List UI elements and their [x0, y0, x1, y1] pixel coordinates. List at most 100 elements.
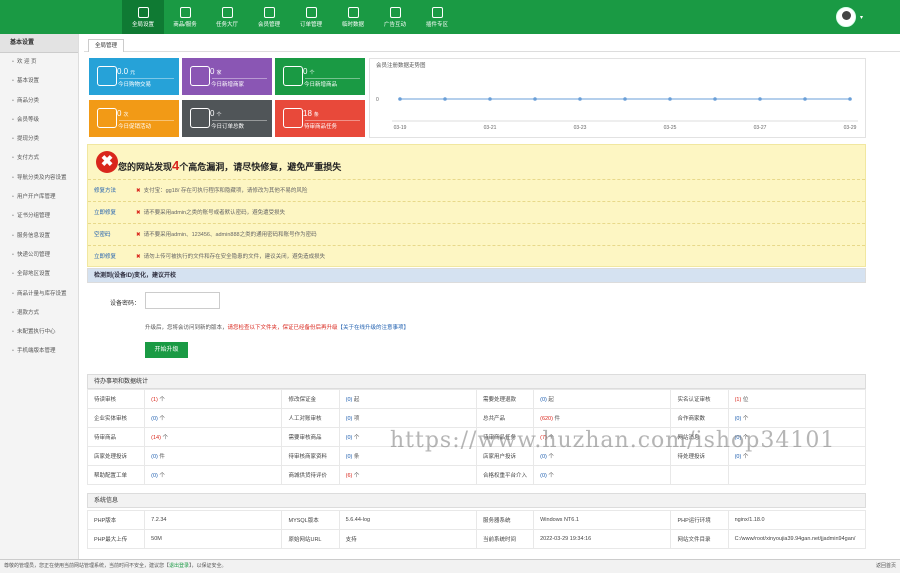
stat-label: 今日新增商家 [211, 82, 245, 88]
nav-item-1[interactable]: 商品/服务 [164, 0, 206, 34]
stat-divider [305, 120, 360, 121]
sidebar-item[interactable]: 商品分类 [0, 92, 78, 111]
user-avatar[interactable] [836, 7, 856, 27]
sidebar-item[interactable]: 导航分类及内容设置 [0, 169, 78, 188]
sidebar-item[interactable]: 提现分类 [0, 130, 78, 149]
watermark: https://www.huzhan.com/ishop34101 [390, 428, 836, 453]
sidebar-item[interactable]: 会员等级 [0, 111, 78, 130]
cell-value[interactable]: (14) 个 [144, 427, 283, 447]
data-point [848, 97, 852, 101]
cell-value[interactable]: (1) 个 [144, 389, 283, 409]
stat-icon [190, 108, 210, 128]
x-tick-label: 03-23 [574, 125, 587, 131]
alert-row: 立即修复 请勿上传可被执行的文件和存在安全隐患的文件，建议关闭，避免造成损失 [88, 245, 865, 264]
cell-label: 待读审核 [86, 389, 146, 409]
data-point [713, 97, 717, 101]
stat-card[interactable]: 0 个今日新增商品 [275, 58, 365, 95]
sidebar-item[interactable]: 服务信息设置 [0, 227, 78, 246]
device-password-input[interactable] [145, 292, 220, 309]
cell-label: 人工对账审核 [281, 408, 340, 428]
stat-label: 今日购物交易 [118, 82, 152, 88]
alert-action-link[interactable]: 修复方法 [94, 186, 116, 194]
nav-item-3[interactable]: 会员管理 [248, 0, 290, 34]
alert-action-link[interactable]: 空密码 [94, 230, 111, 238]
cell-label: 帮助配置工单 [86, 465, 146, 485]
stat-value: 0个 [303, 67, 315, 76]
chevron-down-icon[interactable]: ▾ [860, 14, 863, 21]
x-tick-label: 03-19 [394, 125, 407, 131]
alert-action-link[interactable]: 立即修复 [94, 208, 116, 216]
stat-card[interactable]: 0 个今日订单总数 [182, 100, 272, 137]
device-password-label: 设备密码： [110, 301, 141, 307]
stat-card[interactable]: 0 次今日促销活动 [89, 100, 179, 137]
stat-divider [212, 78, 267, 79]
x-tick-label: 03-25 [664, 125, 677, 131]
cell-value[interactable]: (0) 个 [533, 465, 672, 485]
cell-value[interactable]: (1) 位 [727, 389, 867, 409]
cell-value[interactable]: (6) 个 [338, 465, 477, 485]
sidebar-item[interactable]: 支付方式 [0, 149, 78, 168]
cell-label: 服务器系统 [475, 510, 535, 530]
cell-label: PHP最大上传 [86, 529, 146, 549]
cell-label: MYSQL版本 [281, 510, 340, 530]
sidebar-item[interactable]: 基本设置 [0, 72, 78, 91]
start-upgrade-button[interactable]: 开始升级 [145, 342, 188, 358]
stat-icon [283, 66, 303, 86]
tab-global-manage[interactable]: 全局管理 [88, 39, 125, 52]
cell-value[interactable]: (0) 个 [144, 408, 283, 428]
nav-icon [179, 6, 191, 18]
cell-label: 总共产品 [475, 408, 535, 428]
cell-value[interactable]: (0) 件 [144, 446, 283, 466]
cell-value: 2022-03-29 19:34:16 [533, 529, 672, 549]
cell-value[interactable]: (0) 项 [338, 408, 477, 428]
footer: 尊敬的管理员，您正在使用当前网站管理系统，当前时间不安全，建议您【退出登录】，以… [0, 559, 900, 573]
cell-label: 需要处理退款 [475, 389, 535, 409]
alert-row: 空密码 请不要采用admin、123456、admin888之类的通用密码和账号作… [88, 223, 865, 242]
sidebar-item[interactable]: 手机端版本管理 [0, 342, 78, 361]
cell-value[interactable]: (0) 起 [533, 389, 672, 409]
sidebar-item[interactable]: 欢 迎 页 [0, 53, 78, 72]
nav-label: 全局设置 [131, 21, 154, 28]
stat-card[interactable]: 0 家今日新增商家 [182, 58, 272, 95]
nav-item-6[interactable]: 广告互动 [374, 0, 416, 34]
pending-header: 待办事项和数据统计 [87, 374, 866, 389]
stat-card[interactable]: 18 条待审商品任务 [275, 100, 365, 137]
chart-svg: 会员注册数据走势图 0 03-19 03-21 03-23 03-25 03-27 03-2… [376, 61, 858, 131]
cell-value[interactable]: (0) 起 [338, 389, 477, 409]
nav-item-0[interactable]: 全局设置 [122, 0, 164, 34]
stat-label: 今日促销活动 [118, 124, 152, 130]
stat-card[interactable]: 0.0 元今日购物交易 [89, 58, 179, 95]
cell-value[interactable]: (620) 件 [533, 408, 672, 428]
alert-message: 支付宝：gg18/ 存在可执行程序和隐藏项，请修改为其他不易的风险 [136, 186, 308, 194]
sidebar-item[interactable]: 未配置执行中心 [0, 323, 78, 342]
sidebar-item[interactable]: 全部地区设置 [0, 265, 78, 284]
nav-item-4[interactable]: 订单管理 [290, 0, 332, 34]
sidebar-item[interactable]: 证书分组管理 [0, 207, 78, 226]
logout-link[interactable]: 退出登录 [169, 563, 189, 569]
nav-item-2[interactable]: 任务大厅 [206, 0, 248, 34]
back-home-link[interactable]: 返回首页 [876, 560, 896, 573]
tab-bar: 全局管理 [84, 34, 900, 52]
cell-label: 待审商品 [86, 427, 146, 447]
alert-action-link[interactable]: 立即修复 [94, 252, 116, 260]
cell-value[interactable] [727, 465, 867, 485]
nav-item-5[interactable]: 临时数据 [332, 0, 374, 34]
nav-icon [305, 6, 317, 18]
sidebar-item[interactable]: 用户开户库管理 [0, 188, 78, 207]
stat-value: 0家 [210, 67, 222, 76]
nav-item-7[interactable]: 插件专区 [416, 0, 458, 34]
cell-value[interactable]: (0) 个 [727, 408, 867, 428]
security-alert: ✖ 您的网站发现4个高危漏洞，请尽快修复，避免严重损失 修复方法 支付宝：gg18… [87, 144, 866, 267]
nav-icon [221, 6, 233, 18]
nav-label: 任务大厅 [215, 21, 238, 28]
sidebar-item[interactable]: 退款方式 [0, 304, 78, 323]
alert-message: 请不要采用admin、123456、admin888之类的通用密码和账号作为密码 [136, 230, 317, 238]
member-registration-chart: 会员注册数据走势图 0 03-19 03-21 03-23 03-25 03-27 03-2… [369, 58, 866, 138]
cell-value[interactable]: (0) 个 [144, 465, 283, 485]
sidebar-item[interactable]: 快递公司管理 [0, 246, 78, 265]
nav-label: 订单管理 [299, 21, 322, 28]
upgrade-notice-link[interactable]: 【关于在线升级的注意事项】 [338, 325, 410, 331]
table-row: 帮助配置工单 (0) 个商城供货待评价 (6) 个合格权重平台介入 (0) 个 [86, 465, 867, 485]
cell-label [670, 465, 729, 485]
sidebar-item[interactable]: 商品计量与库存设置 [0, 285, 78, 304]
